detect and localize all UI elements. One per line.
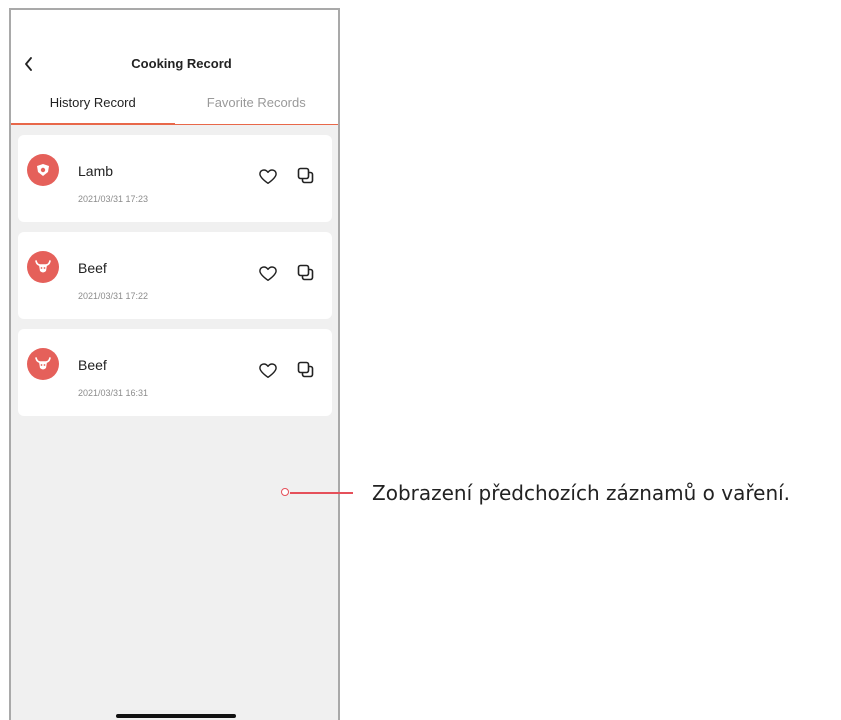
record-card[interactable]: Beef 2021/03/31 16:31 [18,329,332,416]
active-tab-indicator [11,123,175,125]
heart-icon[interactable] [259,362,277,380]
record-time: 2021/03/31 17:22 [78,291,149,301]
page-title: Cooking Record [131,56,232,71]
callout-dot [281,488,289,496]
copy-icon[interactable] [297,264,314,281]
tab-bar: History Record Favorite Records [11,92,338,125]
tab-favorite-records[interactable]: Favorite Records [175,92,339,125]
heart-icon[interactable] [259,265,277,283]
app-header: Cooking Record History Record Favorite R… [11,10,338,125]
beef-icon [27,348,59,380]
lamb-icon [27,154,59,186]
callout-text: Zobrazení předchozích záznamů o vaření. [372,481,791,505]
record-name: Lamb [78,163,114,179]
record-card[interactable]: Beef 2021/03/31 17:22 [18,232,332,319]
record-time: 2021/03/31 16:31 [78,388,149,398]
record-time: 2021/03/31 17:23 [78,194,149,204]
copy-icon[interactable] [297,361,314,378]
record-card[interactable]: Lamb 2021/03/31 17:23 [18,135,332,222]
record-name: Beef [78,357,107,373]
callout-line [290,492,353,494]
tab-history-record[interactable]: History Record [11,92,175,125]
heart-icon[interactable] [259,168,277,186]
record-name: Beef [78,260,107,276]
phone-screen: Cooking Record History Record Favorite R… [9,8,340,720]
home-indicator [116,714,236,718]
copy-icon[interactable] [297,167,314,184]
beef-icon [27,251,59,283]
